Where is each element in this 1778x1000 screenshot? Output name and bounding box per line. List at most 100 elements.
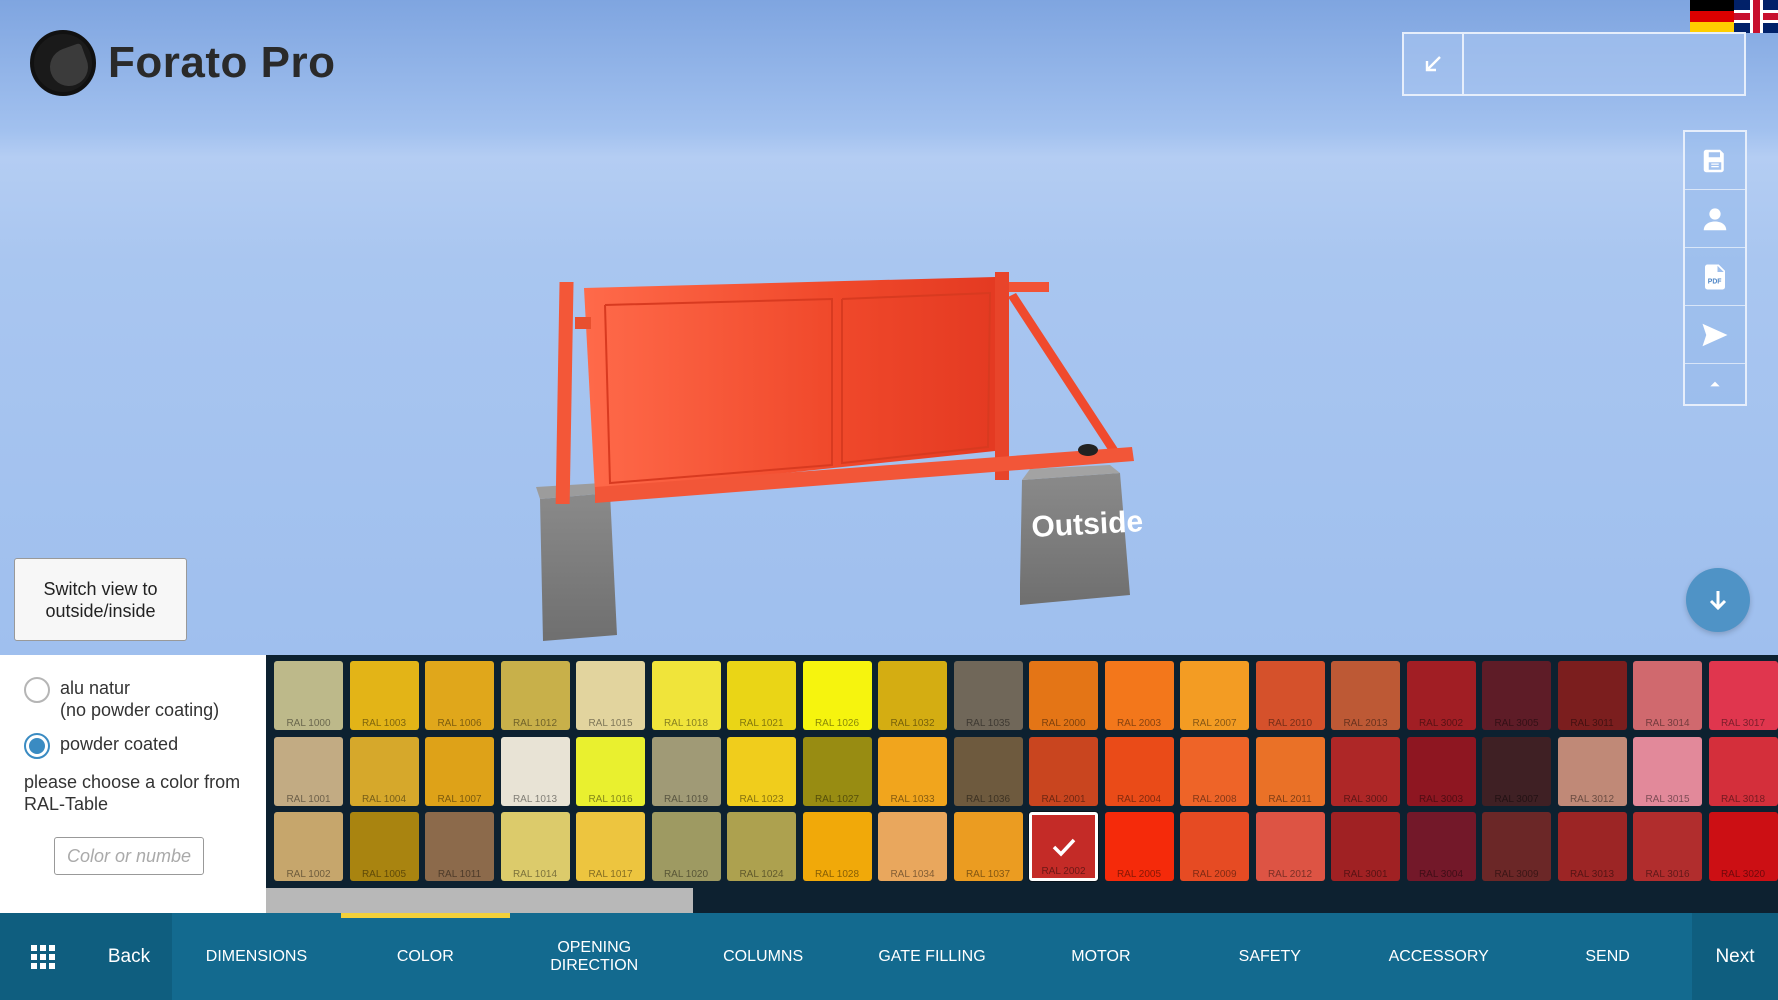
ral-swatch[interactable]: RAL 1034: [878, 812, 947, 881]
ral-swatch[interactable]: RAL 2008: [1180, 736, 1249, 806]
ral-swatch[interactable]: RAL 2005: [1104, 812, 1174, 881]
ral-swatch[interactable]: RAL 1032: [878, 661, 947, 730]
scroll-down-button[interactable]: [1686, 568, 1750, 632]
ral-swatch[interactable]: RAL 1033: [878, 736, 947, 806]
ral-swatch[interactable]: RAL 3016: [1633, 812, 1702, 881]
tab-opening-direction[interactable]: OPENING DIRECTION: [510, 913, 679, 1000]
ral-swatch[interactable]: RAL 2009: [1180, 812, 1249, 881]
ral-swatch[interactable]: RAL 1005: [349, 812, 419, 881]
ral-swatch[interactable]: RAL 3000: [1331, 736, 1400, 806]
ral-swatch[interactable]: RAL 1026: [802, 661, 872, 730]
save-button[interactable]: [1685, 132, 1745, 190]
ral-swatch[interactable]: RAL 2004: [1104, 736, 1174, 806]
ral-swatch[interactable]: RAL 2007: [1180, 661, 1249, 730]
pdf-button[interactable]: PDF: [1685, 248, 1745, 306]
ral-swatch[interactable]: RAL 3012: [1557, 736, 1627, 806]
3d-viewport[interactable]: Forato Pro PDF Outside Switch view to ou…: [0, 0, 1778, 655]
collapse-arrow-icon[interactable]: [1404, 34, 1464, 94]
ral-swatch-code: RAL 3009: [1494, 869, 1539, 880]
menu-grid-button[interactable]: [0, 913, 86, 1000]
ral-swatch[interactable]: RAL 3003: [1406, 736, 1476, 806]
ral-swatch[interactable]: RAL 3009: [1482, 812, 1551, 881]
ral-swatch[interactable]: RAL 1003: [349, 661, 419, 730]
ral-swatch[interactable]: RAL 1004: [349, 736, 419, 806]
ral-swatch[interactable]: RAL 1014: [500, 812, 570, 881]
ral-swatch[interactable]: RAL 1024: [727, 812, 796, 881]
option-powder-coated[interactable]: powder coated: [24, 733, 246, 759]
ral-swatch-code: RAL 1016: [588, 793, 633, 805]
ral-swatch[interactable]: RAL 1019: [651, 736, 721, 806]
ral-swatch[interactable]: RAL 1037: [953, 812, 1023, 881]
gate-3d-model[interactable]: Outside: [520, 255, 1240, 645]
ral-swatch[interactable]: RAL 1002: [274, 812, 343, 881]
color-search-input[interactable]: [54, 837, 204, 875]
ral-swatch[interactable]: RAL 3005: [1482, 661, 1551, 730]
back-button[interactable]: Back: [86, 913, 172, 1000]
ral-swatch[interactable]: RAL 3020: [1708, 812, 1778, 881]
next-button[interactable]: Next: [1692, 913, 1778, 1000]
ral-swatch[interactable]: RAL 2000: [1029, 661, 1098, 730]
german-flag-icon[interactable]: [1690, 0, 1734, 33]
ral-swatch-code: RAL 1027: [814, 793, 860, 805]
ral-swatch[interactable]: RAL 1013: [500, 736, 570, 806]
ral-swatch[interactable]: RAL 1017: [576, 812, 645, 881]
ral-swatch[interactable]: RAL 3002: [1406, 661, 1476, 730]
ral-swatch[interactable]: RAL 3014: [1633, 661, 1702, 730]
ral-swatch[interactable]: RAL 3007: [1482, 736, 1551, 806]
ral-swatch[interactable]: RAL 1016: [576, 736, 645, 806]
horizontal-scrollbar[interactable]: [266, 888, 1778, 913]
switch-view-button[interactable]: Switch view to outside/inside: [14, 558, 187, 641]
ral-swatch[interactable]: RAL 1007: [425, 736, 494, 806]
tab-accessory[interactable]: ACCESSORY: [1354, 913, 1523, 1000]
ral-swatch[interactable]: RAL 1018: [651, 661, 721, 730]
uk-flag-icon[interactable]: [1734, 0, 1778, 33]
ral-swatch[interactable]: RAL 1021: [727, 661, 796, 730]
ral-swatch[interactable]: RAL 1035: [953, 661, 1023, 730]
scrollbar-thumb[interactable]: [266, 888, 693, 913]
ral-swatch[interactable]: RAL 1001: [274, 736, 343, 806]
ral-swatch[interactable]: RAL 3011: [1557, 661, 1627, 730]
ral-swatch[interactable]: RAL 3015: [1633, 736, 1702, 806]
option-powder-coated-label: powder coated: [60, 734, 179, 754]
collapse-toolbar-button[interactable]: [1685, 364, 1745, 404]
tab-motor[interactable]: MOTOR: [1016, 913, 1185, 1000]
ral-swatch[interactable]: RAL 2001: [1029, 736, 1098, 806]
ral-swatch[interactable]: RAL 2013: [1331, 661, 1400, 730]
tab-safety[interactable]: SAFETY: [1185, 913, 1354, 1000]
ral-swatch[interactable]: RAL 1023: [727, 736, 796, 806]
tab-dimensions[interactable]: DIMENSIONS: [172, 913, 341, 1000]
tab-color[interactable]: COLOR: [340, 913, 510, 1000]
ral-swatch-code: RAL 1035: [965, 718, 1011, 729]
ral-swatch[interactable]: RAL 1036: [953, 736, 1023, 806]
radio-powder-coated[interactable]: [24, 733, 50, 759]
tab-gate-filling[interactable]: GATE FILLING: [848, 913, 1017, 1000]
ral-swatch[interactable]: RAL 1028: [802, 812, 872, 881]
user-button[interactable]: [1685, 190, 1745, 248]
ral-swatch[interactable]: RAL 1012: [500, 661, 570, 730]
ral-swatch[interactable]: RAL 2002: [1029, 812, 1098, 881]
ral-swatch[interactable]: RAL 3013: [1557, 812, 1627, 881]
ral-swatch[interactable]: RAL 3018: [1708, 736, 1778, 806]
tab-send[interactable]: SEND: [1523, 913, 1692, 1000]
ral-swatch[interactable]: RAL 1027: [802, 736, 872, 806]
ral-swatch[interactable]: RAL 2011: [1255, 736, 1325, 806]
ral-swatch[interactable]: RAL 3001: [1331, 812, 1400, 881]
tab-columns[interactable]: COLUMNS: [679, 913, 848, 1000]
ral-swatch[interactable]: RAL 3017: [1708, 661, 1778, 730]
ral-swatch[interactable]: RAL 2012: [1255, 812, 1325, 881]
ral-swatch[interactable]: RAL 1000: [274, 661, 343, 730]
radio-alu-natur[interactable]: [24, 677, 50, 703]
ral-swatch-code: RAL 3017: [1720, 718, 1766, 729]
ral-swatch[interactable]: RAL 3004: [1406, 812, 1476, 881]
ral-swatch[interactable]: RAL 2010: [1255, 661, 1325, 730]
ral-swatch-code: RAL 2001: [1041, 793, 1086, 805]
ral-swatch[interactable]: RAL 1011: [425, 812, 494, 881]
ral-swatch[interactable]: RAL 1015: [576, 661, 645, 730]
ral-swatch[interactable]: RAL 1006: [425, 661, 494, 730]
ral-swatch[interactable]: RAL 2003: [1104, 661, 1174, 730]
option-alu-natur[interactable]: alu natur (no powder coating): [24, 677, 246, 721]
send-button[interactable]: [1685, 306, 1745, 364]
ral-swatch-code: RAL 2011: [1268, 793, 1312, 805]
ral-swatch[interactable]: RAL 1020: [651, 812, 721, 881]
ral-swatch-code: RAL 2005: [1116, 869, 1162, 880]
